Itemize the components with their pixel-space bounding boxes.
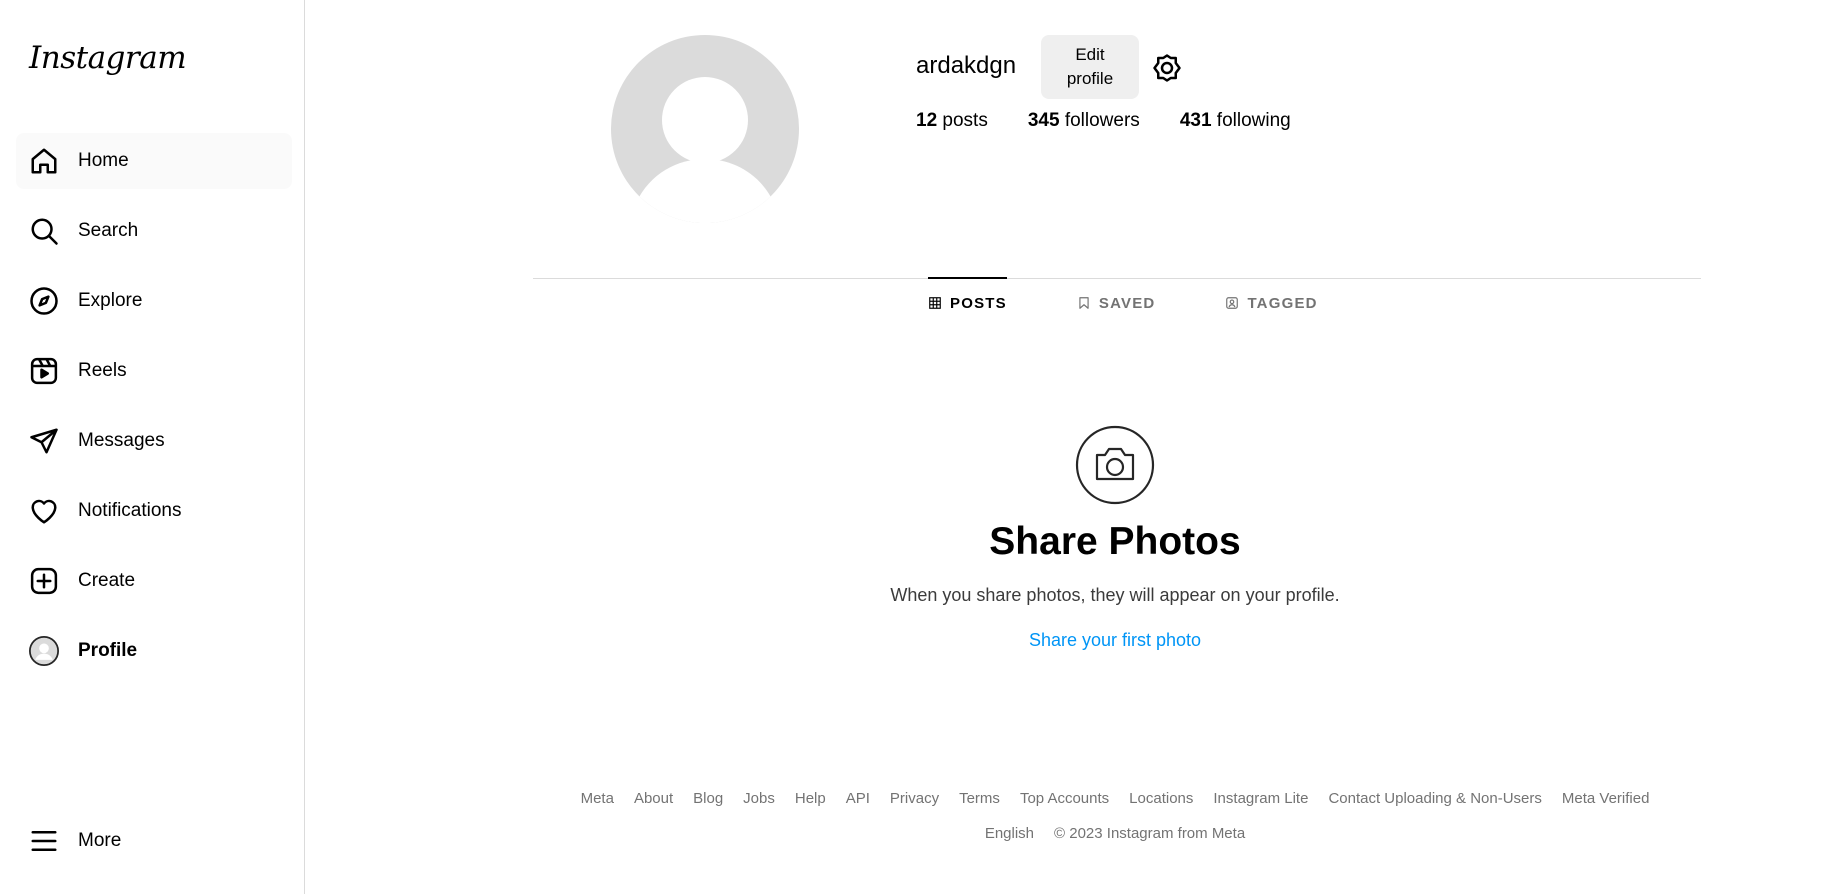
footer-link[interactable]: API — [846, 790, 870, 807]
sidebar-item-label: Home — [78, 150, 129, 171]
footer-meta: English © 2023 Instagram from Meta — [306, 825, 1839, 842]
menu-icon — [16, 813, 72, 869]
bookmark-icon — [1079, 297, 1089, 309]
tab-label: TAGGED — [1247, 294, 1318, 312]
tab-saved[interactable]: SAVED — [1077, 277, 1156, 327]
sidebar-item-profile[interactable]: Profile — [16, 623, 292, 679]
tab-posts[interactable]: POSTS — [928, 277, 1007, 327]
tab-tagged[interactable]: TAGGED — [1225, 277, 1317, 327]
footer-link[interactable]: Privacy — [890, 790, 939, 807]
send-icon — [16, 413, 72, 469]
following-count: 431 — [1179, 110, 1212, 131]
home-icon — [16, 133, 72, 189]
main-content: ardakdgn Edit profile 12 posts 345 follo… — [306, 0, 1839, 894]
sidebar-item-label: Search — [78, 220, 139, 241]
edit-profile-label-line2: profile — [1066, 69, 1114, 88]
footer-link[interactable]: Contact Uploading & Non-Users — [1328, 790, 1541, 807]
followers-stat[interactable]: 345 followers — [1028, 110, 1140, 132]
avatar — [16, 623, 72, 679]
reels-icon — [16, 343, 72, 399]
profile-avatar[interactable] — [611, 35, 799, 223]
posts-count: 12 — [916, 110, 938, 131]
sidebar-item-label: Reels — [78, 360, 127, 381]
followers-label: followers — [1064, 110, 1140, 131]
sidebar-item-label: Notifications — [78, 500, 182, 521]
sidebar-item-label: More — [78, 830, 122, 851]
tag-user-icon — [1226, 297, 1239, 309]
sidebar-item-reels[interactable]: Reels — [16, 343, 292, 399]
posts-label: posts — [942, 110, 988, 131]
following-label: following — [1216, 110, 1291, 131]
followers-count: 345 — [1027, 110, 1060, 131]
empty-state-subtitle: When you share photos, they will appear … — [890, 585, 1340, 605]
posts-stat[interactable]: 12 posts — [916, 110, 988, 132]
instagram-logo[interactable]: Instagram — [29, 40, 187, 76]
tab-label: SAVED — [1098, 294, 1156, 312]
copyright: © 2023 Instagram from Meta — [1054, 825, 1246, 842]
sidebar-item-search[interactable]: Search — [16, 203, 292, 259]
sidebar-item-label: Create — [78, 570, 136, 591]
camera-icon — [1075, 425, 1155, 505]
footer-link[interactable]: Meta Verified — [1562, 790, 1650, 807]
following-stat[interactable]: 431 following — [1180, 110, 1291, 132]
grid-icon — [929, 297, 941, 309]
footer-link[interactable]: Locations — [1129, 790, 1193, 807]
sidebar-item-label: Explore — [78, 290, 143, 311]
footer-link[interactable]: Instagram Lite — [1213, 790, 1308, 807]
search-icon — [16, 203, 72, 259]
sidebar: Instagram Home Search Explore Reels Mess… — [0, 0, 305, 894]
footer-link[interactable]: Help — [795, 790, 826, 807]
sidebar-item-create[interactable]: Create — [16, 553, 292, 609]
sidebar-item-more[interactable]: More — [16, 813, 292, 869]
sidebar-item-home[interactable]: Home — [16, 133, 292, 189]
sidebar-item-label: Messages — [78, 430, 165, 451]
sidebar-item-label: Profile — [78, 640, 138, 661]
sidebar-item-notifications[interactable]: Notifications — [16, 483, 292, 539]
plus-square-icon — [16, 553, 72, 609]
footer-link[interactable]: About — [634, 790, 673, 807]
empty-state-title: Share Photos — [989, 520, 1241, 563]
edit-profile-label-line1: Edit — [1075, 45, 1105, 64]
language-select[interactable]: English — [985, 825, 1034, 842]
settings-gear-icon[interactable] — [1152, 53, 1182, 83]
footer-link[interactable]: Terms — [959, 790, 1000, 807]
edit-profile-button[interactable]: Edit profile — [1041, 35, 1139, 99]
profile-stats: 12 posts 345 followers 431 following — [916, 110, 1291, 132]
profile-tabs: POSTS SAVED TAGGED — [928, 277, 1318, 327]
footer-link[interactable]: Jobs — [743, 790, 775, 807]
heart-icon — [16, 483, 72, 539]
share-first-photo-link[interactable]: Share your first photo — [306, 630, 1839, 651]
compass-icon — [16, 273, 72, 329]
profile-username: ardakdgn — [916, 52, 1017, 79]
sidebar-item-messages[interactable]: Messages — [16, 413, 292, 469]
tab-label: POSTS — [950, 294, 1007, 312]
footer-link[interactable]: Top Accounts — [1020, 790, 1109, 807]
footer-link[interactable]: Meta — [581, 790, 614, 807]
footer-link[interactable]: Blog — [693, 790, 723, 807]
sidebar-item-explore[interactable]: Explore — [16, 273, 292, 329]
footer-links: Meta About Blog Jobs Help API Privacy Te… — [306, 790, 1839, 807]
